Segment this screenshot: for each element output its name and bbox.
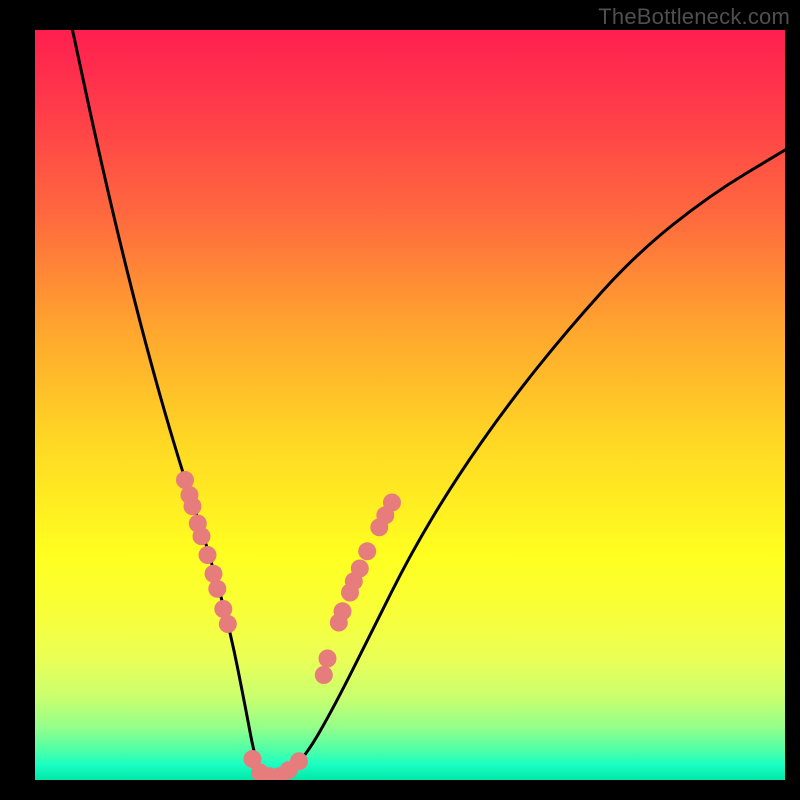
curve-marker <box>334 602 352 620</box>
curve-marker <box>319 650 337 668</box>
chart-plot-area <box>35 30 785 780</box>
curve-marker <box>315 666 333 684</box>
chart-outer-frame: TheBottleneck.com <box>0 0 800 800</box>
v-curve-svg <box>35 30 785 780</box>
marker-group <box>176 471 401 780</box>
curve-marker <box>205 565 223 583</box>
curve-marker <box>193 527 211 545</box>
v-curve-path <box>73 30 786 776</box>
curve-marker <box>208 580 226 598</box>
watermark-text: TheBottleneck.com <box>598 4 790 30</box>
curve-marker <box>383 494 401 512</box>
curve-marker <box>358 542 376 560</box>
curve-marker <box>351 560 369 578</box>
curve-marker <box>184 497 202 515</box>
curve-marker <box>290 752 308 770</box>
curve-marker <box>219 615 237 633</box>
curve-marker <box>199 546 217 564</box>
